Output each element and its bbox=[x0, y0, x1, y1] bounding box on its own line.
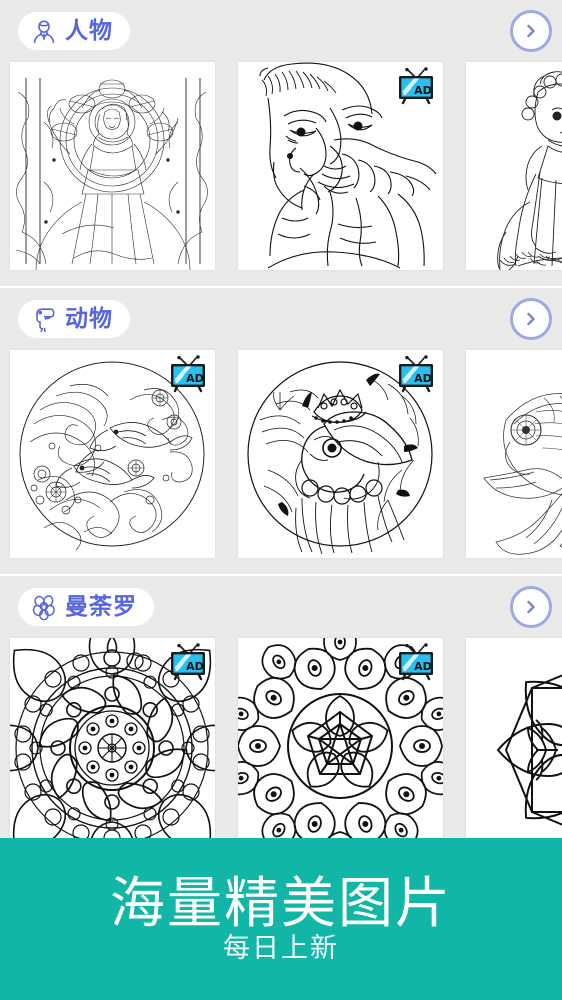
svg-text:AD: AD bbox=[414, 660, 432, 673]
category-section-mandala: 曼荼罗 AD AD bbox=[0, 576, 562, 860]
svg-text:AD: AD bbox=[414, 84, 432, 97]
ad-badge[interactable]: AD bbox=[166, 355, 210, 393]
chevron-right-icon bbox=[523, 599, 539, 615]
card-row-animals: AD AD bbox=[0, 350, 562, 560]
app-screen: 人物 AD 动物 AD AD 曼荼罗 AD AD 海量精美图片 每日上新 bbox=[0, 0, 562, 1000]
ad-badge[interactable]: AD bbox=[394, 355, 438, 393]
category-section-people: 人物 AD bbox=[0, 0, 562, 286]
card-row-people: AD bbox=[0, 62, 562, 272]
category-pill-animals[interactable]: 动物 bbox=[18, 300, 130, 338]
coloring-page-princess[interactable] bbox=[466, 62, 562, 270]
ad-badge[interactable]: AD bbox=[394, 67, 438, 105]
coloring-page-toucan[interactable]: AD bbox=[238, 350, 443, 558]
sidebar-item-more-animals[interactable] bbox=[510, 298, 552, 340]
chevron-right-icon bbox=[523, 23, 539, 39]
coloring-page-mandala-lotus[interactable]: AD bbox=[10, 638, 215, 846]
category-pill-people[interactable]: 人物 bbox=[18, 12, 130, 50]
svg-text:AD: AD bbox=[186, 660, 204, 673]
coloring-page-portrait[interactable]: AD bbox=[238, 62, 443, 270]
coloring-page-goddess[interactable] bbox=[10, 62, 215, 270]
category-label: 动物 bbox=[65, 305, 113, 332]
category-section-animals: 动物 AD AD bbox=[0, 288, 562, 574]
ad-badge[interactable]: AD bbox=[394, 643, 438, 681]
svg-text:AD: AD bbox=[186, 372, 204, 385]
person-avatar-icon bbox=[30, 17, 58, 45]
category-label: 曼荼罗 bbox=[65, 593, 137, 620]
sidebar-item-more-people[interactable] bbox=[510, 10, 552, 52]
category-pill-mandala[interactable]: 曼荼罗 bbox=[18, 588, 154, 626]
promo-banner: 海量精美图片 每日上新 bbox=[0, 838, 562, 1000]
coloring-page-fish-waves[interactable]: AD bbox=[10, 350, 215, 558]
sidebar-item-more-mandala[interactable] bbox=[510, 586, 552, 628]
toucan-bird-icon bbox=[30, 305, 58, 333]
svg-text:AD: AD bbox=[414, 372, 432, 385]
mandala-flower-icon bbox=[30, 593, 58, 621]
chevron-right-icon bbox=[523, 311, 539, 327]
banner-subtitle: 每日上新 bbox=[223, 933, 339, 965]
coloring-page-mandala-star[interactable] bbox=[466, 638, 562, 846]
ad-badge[interactable]: AD bbox=[166, 643, 210, 681]
category-label: 人物 bbox=[65, 17, 113, 44]
coloring-page-mandala-peacock[interactable]: AD bbox=[238, 638, 443, 846]
card-row-mandala: AD AD bbox=[0, 638, 562, 848]
coloring-page-goldfish[interactable] bbox=[466, 350, 562, 558]
banner-title: 海量精美图片 bbox=[109, 871, 452, 935]
